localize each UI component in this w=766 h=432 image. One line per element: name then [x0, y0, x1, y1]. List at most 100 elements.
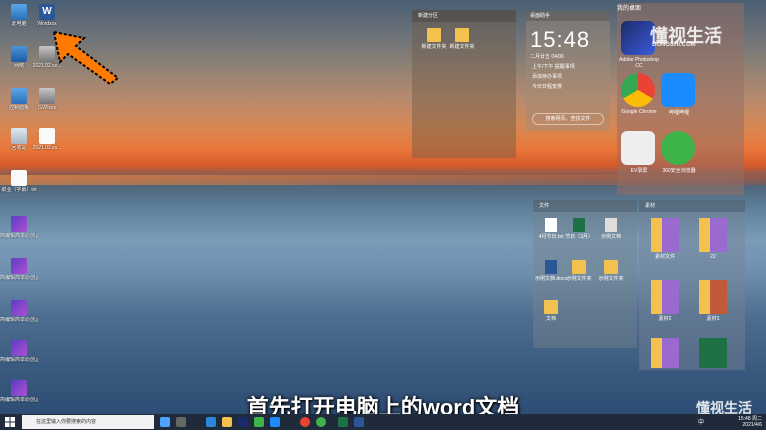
image-icon: [11, 340, 27, 356]
desktop-icon-label: GVPxxx: [37, 105, 57, 111]
excel-taskbar-icon[interactable]: [338, 417, 348, 427]
file-label: 示例文档: [600, 234, 621, 240]
task-view-icon[interactable]: [176, 417, 186, 427]
image-file-icon[interactable]: 简编辑简单原创.jpg: [0, 258, 38, 281]
todo-row[interactable]: 上午/下午 提醒事项: [532, 63, 610, 70]
folder-item[interactable]: 素材文件: [643, 218, 687, 260]
tray-date: 2021/4/6: [742, 422, 762, 428]
network-globe-icon: [11, 46, 27, 62]
text-file-icon: [545, 218, 557, 232]
text-file-icon: [11, 170, 27, 186]
image-file-icon[interactable]: 简编辑简单原创.jpg: [0, 340, 38, 363]
desktop-icon-label: 2021.02.xx...: [32, 145, 62, 151]
folder-item[interactable]: 新建文件夹: [444, 28, 480, 50]
folder-icon: [427, 28, 441, 42]
folder-icon: [544, 300, 558, 314]
folder-label: 22: [710, 254, 716, 260]
folder-label: 素材3: [706, 316, 720, 322]
control-panel-glyph-icon: [11, 88, 27, 104]
folder-icon: [604, 260, 618, 274]
app-taskbar-icon[interactable]: [270, 417, 280, 427]
chrome-taskbar-icon[interactable]: [300, 417, 310, 427]
image-icon: [11, 300, 27, 316]
desktop-fence-panel: 新建分区 新建文件夹 新建文件夹: [412, 10, 516, 158]
file-item[interactable]: 示例文档: [593, 218, 629, 240]
app-icon: [39, 88, 55, 104]
folder-label: 新建文件夹: [449, 44, 475, 50]
wechat-icon[interactable]: [254, 417, 264, 427]
clock-date: 二月廿五 04/06: [530, 54, 564, 60]
desktop-icon-label: Wordxxx: [37, 21, 57, 27]
file-label: 4月节日.txt: [538, 234, 564, 240]
panel-title: 新建分区: [412, 10, 516, 22]
excel-icon: [699, 338, 727, 368]
folder-item[interactable]: 示例文件夹: [561, 260, 597, 282]
gvp-icon[interactable]: GVPxxx: [28, 88, 66, 111]
word-taskbar-icon[interactable]: [354, 417, 364, 427]
desktop-icon-label: 简编辑简单原创.jpg: [0, 317, 38, 323]
app-label: 360安全浏览器: [662, 168, 696, 174]
clock-widget: 桌面助手 15:48 二月廿五 04/06 上午/下午 提醒事项 添加待办事项 …: [526, 11, 610, 131]
folder-label: 新建文件夹: [421, 44, 447, 50]
taskbar: 在这里输入你要搜索的内容 中 15:48 周二 2021/4/6: [0, 414, 766, 430]
document-icon[interactable]: 2021.02.xx...: [28, 128, 66, 151]
app-label: Google Chrome: [621, 109, 657, 115]
start-button[interactable]: [0, 414, 20, 430]
system-clock[interactable]: 15:48 周二 2021/4/6: [738, 416, 762, 428]
folder-item[interactable]: 22: [691, 218, 735, 260]
app-label: EV录屏: [630, 168, 648, 174]
folder-label: 素材2: [658, 316, 672, 322]
widget-title: 桌面助手: [526, 11, 610, 21]
360-taskbar-icon[interactable]: [316, 417, 326, 427]
files-fence-panel: 文件 4月节日.txt 节日（3月） 示例文档 示例文档.docx 示例文件夹 …: [533, 200, 637, 348]
doc-icon: [605, 218, 617, 232]
folder-label: 示例文件夹: [566, 276, 592, 282]
folder-icon: [699, 218, 727, 252]
image-file-icon[interactable]: 简编辑简单原创.jpg: [0, 300, 38, 323]
word-icon: W: [39, 4, 55, 20]
ev-recorder-app-icon[interactable]: [621, 131, 655, 165]
bilibili-app-icon[interactable]: [661, 73, 695, 107]
monitor-icon: [11, 4, 27, 20]
ime-indicator[interactable]: 中: [698, 417, 704, 426]
pointer-arrow-icon: [52, 30, 120, 86]
360-browser-app-icon[interactable]: [661, 131, 695, 165]
edge-icon[interactable]: [206, 417, 216, 427]
explorer-icon[interactable]: [222, 417, 232, 427]
cortana-icon[interactable]: [160, 417, 170, 427]
image-icon: [11, 216, 27, 232]
photoshop-taskbar-icon[interactable]: [238, 417, 248, 427]
file-item[interactable]: 节日（3月）: [561, 218, 597, 240]
folder-icon: [651, 218, 679, 252]
desktop-icon-label: 简编辑简单原创.jpg: [0, 357, 38, 363]
folder-item[interactable]: 文档: [533, 300, 569, 322]
folder-label: 素材文件: [654, 254, 675, 260]
todo-row[interactable]: 添加待办事项: [532, 73, 610, 80]
todo-row[interactable]: 今日日程安排: [532, 83, 610, 90]
watermark-subtext: DONGSHI.COM: [652, 42, 696, 48]
panel-title: 我的桌面: [617, 6, 642, 12]
desktop-icon-label: 简编辑简单原创.jpg: [0, 275, 38, 281]
widget-search-input[interactable]: 搜索网页、查找文件: [532, 113, 604, 125]
folder-item[interactable]: 素材3: [691, 280, 735, 322]
folder-item[interactable]: 示例文件夹: [593, 260, 629, 282]
panel-title: 文件: [533, 200, 637, 212]
txt-file-icon[interactable]: 职业（字幕）txt: [0, 170, 38, 193]
folder-item[interactable]: [643, 338, 687, 370]
doc-icon: [39, 128, 55, 144]
work-fence-panel: 素材 素材文件 22 素材2 素材3: [639, 200, 745, 370]
image-file-icon[interactable]: 简编辑简单原创.jpg: [0, 216, 38, 239]
app-label: Adobe Photoshop CC: [619, 57, 659, 69]
trash-icon: [11, 128, 27, 144]
folder-icon: [651, 280, 679, 314]
folder-icon: [572, 260, 586, 274]
excel-file-item[interactable]: [691, 338, 735, 370]
taskbar-search-input[interactable]: 在这里输入你要搜索的内容: [22, 415, 154, 429]
word-document-icon[interactable]: W Wordxxx: [28, 4, 66, 27]
excel-icon: [573, 218, 585, 232]
folder-item[interactable]: 素材2: [643, 280, 687, 322]
panel-title: 素材: [639, 200, 745, 212]
chrome-app-icon[interactable]: [621, 73, 655, 107]
image-icon: [11, 258, 27, 274]
app-label: 哔哩哔哩: [668, 110, 689, 116]
